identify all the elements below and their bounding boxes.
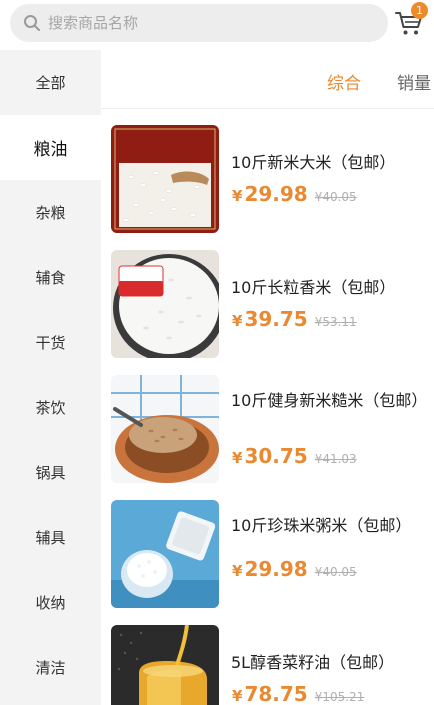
- price-row: ¥ 39.75 ¥53.11: [232, 307, 357, 331]
- product-card[interactable]: 10斤珍珠米粥米（包邮） ¥ 29.98 ¥40.05: [101, 485, 434, 610]
- price-currency: ¥: [232, 687, 243, 705]
- product-price: 78.75: [244, 682, 308, 705]
- pearl-rice-icon[interactable]: [111, 500, 219, 608]
- price-row: ¥ 29.98 ¥40.05: [232, 557, 357, 581]
- price-row: ¥ 29.98 ¥40.05: [232, 182, 357, 206]
- oil-bottle-icon[interactable]: [111, 625, 219, 705]
- price-currency: ¥: [232, 312, 243, 330]
- rice-bowl-icon[interactable]: [111, 250, 219, 358]
- category-sidebar: 全部 粮油 杂粮 辅食 干货 茶饮 锅具 辅具 收纳 清洁: [0, 50, 101, 705]
- tab-comprehensive[interactable]: 综合: [327, 69, 361, 94]
- category-utensils[interactable]: 辅具: [0, 505, 101, 570]
- category-storage[interactable]: 收纳: [0, 570, 101, 635]
- category-tea-drinks[interactable]: 茶饮: [0, 375, 101, 440]
- product-card[interactable]: 10斤健身新米糙米（包邮） ¥ 30.75 ¥41.03: [101, 360, 434, 485]
- search-input[interactable]: [48, 14, 368, 32]
- product-name: 10斤健身新米糙米（包邮）: [231, 391, 428, 410]
- product-card[interactable]: 10斤新米大米（包邮） ¥ 29.98 ¥40.05: [101, 110, 434, 235]
- category-grain-oil[interactable]: 粮油: [0, 115, 101, 180]
- category-supplementary-food[interactable]: 辅食: [0, 245, 101, 310]
- price-row: ¥ 78.75 ¥105.21: [232, 682, 364, 705]
- product-name: 10斤长粒香米（包邮）: [231, 278, 396, 297]
- top-bar: 1: [0, 0, 434, 48]
- category-cookware[interactable]: 锅具: [0, 440, 101, 505]
- price-currency: ¥: [232, 187, 243, 205]
- cart-button[interactable]: 1: [394, 2, 428, 40]
- original-price: ¥40.05: [314, 565, 357, 579]
- product-name: 5L醇香菜籽油（包邮）: [231, 653, 395, 672]
- category-dried-goods[interactable]: 干货: [0, 310, 101, 375]
- product-price: 39.75: [244, 307, 308, 331]
- original-price: ¥53.11: [314, 315, 357, 329]
- rice-bag-icon[interactable]: [111, 125, 219, 233]
- cart-badge: 1: [411, 2, 428, 19]
- price-row: ¥ 30.75 ¥41.03: [232, 444, 357, 468]
- search-bar[interactable]: [10, 4, 388, 42]
- category-all[interactable]: 全部: [0, 50, 101, 115]
- product-price: 29.98: [244, 557, 308, 581]
- category-coarse-grain[interactable]: 杂粮: [0, 180, 101, 245]
- product-card[interactable]: 5L醇香菜籽油（包邮） ¥ 78.75 ¥105.21: [101, 610, 434, 705]
- product-list: 10斤新米大米（包邮） ¥ 29.98 ¥40.05 10斤长粒香米（包邮） ¥…: [101, 110, 434, 705]
- sort-tabs: 综合 销量: [101, 52, 434, 109]
- product-price: 30.75: [244, 444, 308, 468]
- product-name: 10斤珍珠米粥米（包邮）: [231, 516, 412, 535]
- original-price: ¥105.21: [314, 690, 365, 704]
- brown-rice-spoon-icon[interactable]: [111, 375, 219, 483]
- price-currency: ¥: [232, 562, 243, 580]
- tab-sales[interactable]: 销量: [397, 69, 431, 94]
- search-icon: [22, 13, 42, 33]
- original-price: ¥40.05: [314, 190, 357, 204]
- original-price: ¥41.03: [314, 452, 357, 466]
- price-currency: ¥: [232, 449, 243, 467]
- product-price: 29.98: [244, 182, 308, 206]
- product-card[interactable]: 10斤长粒香米（包邮） ¥ 39.75 ¥53.11: [101, 235, 434, 360]
- product-name: 10斤新米大米（包邮）: [231, 153, 396, 172]
- category-cleaning[interactable]: 清洁: [0, 635, 101, 700]
